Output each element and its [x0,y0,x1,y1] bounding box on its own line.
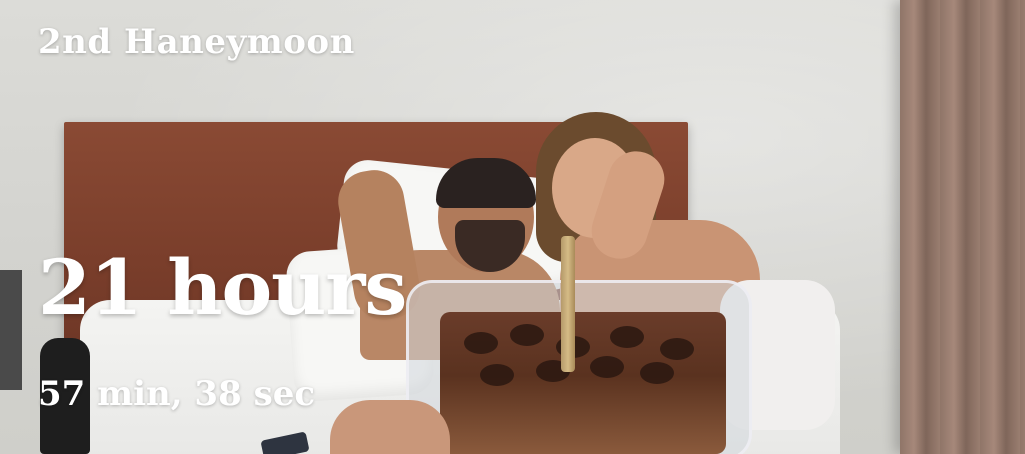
chocolate-piece [590,356,624,378]
curtain [900,0,1025,454]
candle [561,236,575,372]
brownie-cake [440,312,726,454]
countdown-hours: 21 hours [38,243,407,332]
chocolate-piece [660,338,694,360]
window-frame [0,270,22,390]
countdown-remainder: 57 min, 38 sec [38,374,316,414]
countdown-photo-card: 2nd Haneymoon 21 hours 57 min, 38 sec [0,0,1025,454]
chocolate-piece [610,326,644,348]
chocolate-piece [640,362,674,384]
chocolate-piece [510,324,544,346]
chocolate-piece [464,332,498,354]
event-title: 2nd Haneymoon [38,22,355,62]
foreground-hand [330,400,450,454]
chocolate-piece [480,364,514,386]
